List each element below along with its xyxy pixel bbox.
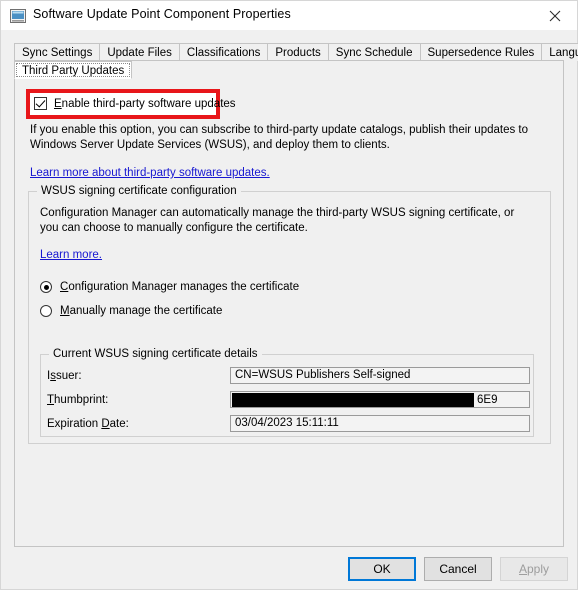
window-title: Software Update Point Component Properti… [33, 7, 291, 21]
radio-indicator-auto[interactable] [40, 281, 52, 293]
radio-manually-manage-certificate[interactable]: Manually manage the certificate [40, 305, 222, 317]
tab-classifications[interactable]: Classifications [178, 43, 269, 61]
thumbprint-value: 6E9 [477, 394, 498, 406]
tab-sync-schedule[interactable]: Sync Schedule [327, 43, 421, 61]
wsus-signing-certificate-group: WSUS signing certificate configuration C… [28, 185, 551, 444]
expiration-date-field: 03/04/2023 15:11:11 [230, 415, 530, 432]
wsus-group-description: Configuration Manager can automatically … [40, 207, 515, 234]
enable-third-party-label: Enable third-party software updates [54, 97, 236, 110]
learn-more-third-party-link[interactable]: Learn more about third-party software up… [30, 167, 270, 179]
thumbprint-field: 6E9 [230, 391, 530, 408]
properties-dialog: Software Update Point Component Properti… [0, 0, 578, 590]
apply-rest: pply [527, 562, 550, 576]
tab-third-party-updates[interactable]: Third Party Updates [14, 61, 133, 79]
radio-indicator-manual[interactable] [40, 305, 52, 317]
ok-button[interactable]: OK [348, 557, 416, 581]
intro-paragraph: If you enable this option, you can subsc… [30, 124, 529, 151]
thumbprint-redaction-bar [232, 393, 474, 407]
window-properties-icon [10, 8, 26, 24]
issuer-value: CN=WSUS Publishers Self-signed [235, 369, 411, 381]
tab-row-1: Sync Settings Update Files Classificatio… [14, 42, 578, 61]
tab-supersedence-rules[interactable]: Supersedence Rules [419, 43, 543, 61]
issuer-label: Issuer: [47, 370, 82, 382]
radio-label-manual: Manually manage the certificate [60, 305, 223, 317]
enable-third-party-checkbox[interactable]: Enable third-party software updates [34, 97, 236, 110]
close-icon[interactable] [532, 1, 577, 30]
thumbprint-label: Thumbprint: [47, 394, 109, 406]
tab-products[interactable]: Products [267, 43, 329, 61]
tab-update-files[interactable]: Update Files [99, 43, 180, 61]
issuer-field: CN=WSUS Publishers Self-signed [230, 367, 530, 384]
cert-group-title: Current WSUS signing certificate details [49, 348, 262, 360]
title-bar: Software Update Point Component Properti… [1, 1, 577, 30]
radio-configmgr-manages-certificate[interactable]: Configuration Manager manages the certif… [40, 281, 299, 293]
cancel-button[interactable]: Cancel [424, 557, 492, 581]
apply-button: Apply [500, 557, 568, 581]
expiration-date-value: 03/04/2023 15:11:11 [235, 417, 339, 429]
wsus-group-title: WSUS signing certificate configuration [37, 185, 241, 197]
learn-more-link[interactable]: Learn more. [40, 249, 102, 261]
tab-sync-settings[interactable]: Sync Settings [14, 43, 101, 61]
apply-accelerator: A [518, 562, 527, 576]
current-certificate-details-group: Current WSUS signing certificate details… [40, 348, 534, 437]
radio-label-auto: Configuration Manager manages the certif… [60, 281, 300, 293]
checkbox-indicator[interactable] [34, 97, 47, 110]
tab-languages[interactable]: Languages [541, 43, 578, 61]
expiration-date-label: Expiration Date: [47, 418, 129, 430]
